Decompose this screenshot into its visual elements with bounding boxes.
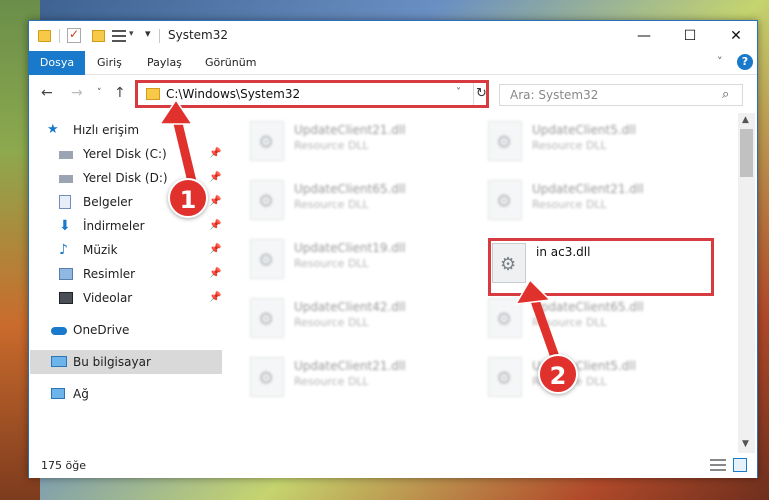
step-badge-1: 1 bbox=[168, 178, 208, 218]
annotation-arrows bbox=[158, 98, 561, 365]
arrow-2-head bbox=[514, 278, 552, 305]
step-badge-2: 2 bbox=[538, 354, 578, 394]
arrow-2 bbox=[528, 290, 561, 365]
arrow-1-head bbox=[158, 98, 194, 125]
